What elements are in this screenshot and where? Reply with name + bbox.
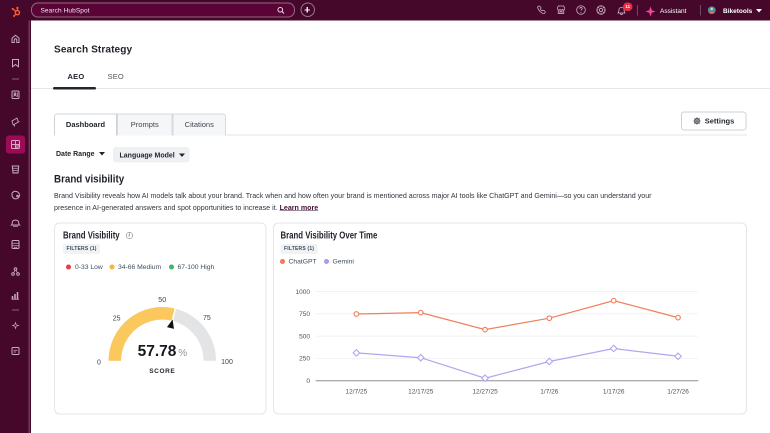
svg-text:1/27/26: 1/27/26: [667, 389, 689, 396]
svg-text:0: 0: [97, 359, 101, 366]
svg-text:1000: 1000: [296, 289, 311, 296]
svg-text:12/27/25: 12/27/25: [472, 389, 498, 396]
svg-text:25: 25: [113, 316, 121, 323]
svg-text:57.78: 57.78: [138, 343, 177, 360]
svg-text:12/17/25: 12/17/25: [408, 389, 434, 396]
svg-text:100: 100: [221, 359, 233, 366]
svg-text:250: 250: [299, 356, 310, 363]
svg-text:50: 50: [158, 297, 166, 304]
svg-text:500: 500: [299, 333, 310, 340]
svg-text:750: 750: [299, 311, 310, 318]
svg-text:1/17/26: 1/17/26: [603, 389, 625, 396]
svg-text:75: 75: [203, 315, 211, 322]
svg-text:1/7/26: 1/7/26: [540, 389, 558, 396]
svg-text:SCORE: SCORE: [149, 368, 175, 375]
svg-text:0: 0: [306, 378, 310, 385]
svg-text:%: %: [178, 348, 187, 359]
svg-text:12/7/25: 12/7/25: [346, 389, 368, 396]
